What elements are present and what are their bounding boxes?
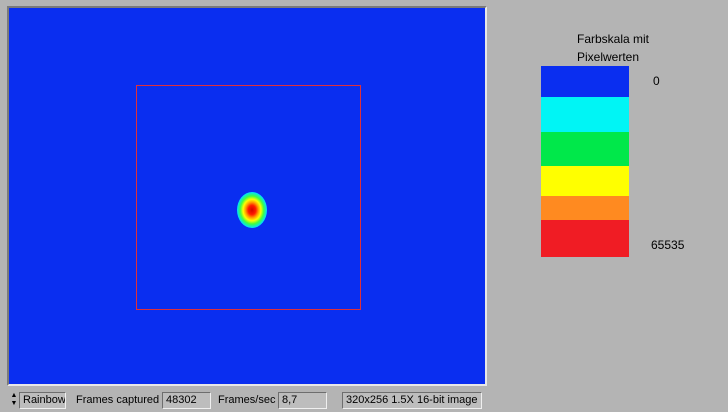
palette-select[interactable]: Rainbow: [19, 392, 66, 409]
frames-captured-value: 48302: [162, 392, 211, 409]
legend-title-line1: Farbskala mit: [577, 32, 650, 46]
laser-beam-spot: [237, 192, 267, 228]
palette-spinner-icon[interactable]: ▲ ▼: [10, 392, 18, 408]
frames-captured-label: Frames captured: [76, 394, 160, 406]
legend-swatch: [541, 97, 629, 132]
camera-image[interactable]: [9, 8, 485, 384]
legend-swatch: [541, 166, 629, 196]
legend-swatch: [541, 66, 629, 97]
legend-title-line2: Pixelwerten: [577, 50, 640, 64]
legend-swatch: [541, 220, 629, 257]
image-info-field: 320x256 1.5X 16-bit image: [342, 392, 482, 409]
fps-value: 8,7: [278, 392, 327, 409]
fps-label: Frames/sec: [218, 394, 276, 406]
legend-swatch: [541, 132, 629, 166]
legend-title: Farbskala mit Pixelwerten: [577, 30, 687, 66]
legend-min-value: 0: [653, 74, 660, 88]
legend-swatch: [541, 196, 629, 220]
camera-image-viewer[interactable]: [7, 6, 487, 386]
legend-max-value: 65535: [651, 238, 685, 252]
